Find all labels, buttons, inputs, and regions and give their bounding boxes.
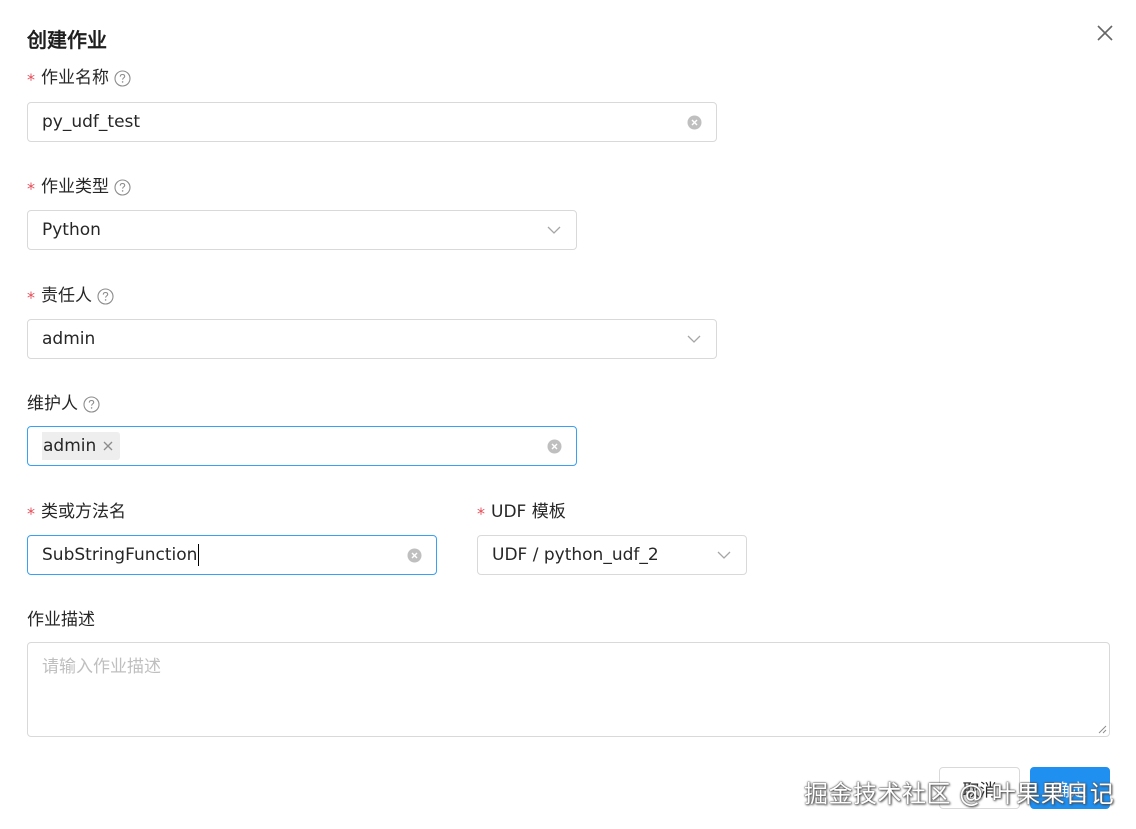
clear-icon[interactable] [407, 548, 422, 563]
help-icon[interactable] [97, 287, 114, 305]
job-name-label: * 作业名称 [27, 66, 131, 90]
class-method-value-wrap: SubStringFunction [42, 544, 407, 566]
udf-template-label: * UDF 模板 [477, 500, 566, 524]
job-name-value: py_udf_test [42, 112, 141, 132]
job-type-value: Python [42, 220, 101, 240]
owner-value: admin [42, 329, 96, 349]
required-marker: * [27, 288, 35, 307]
description-label: 作业描述 [27, 608, 95, 632]
confirm-button[interactable]: 确定 [1030, 767, 1110, 809]
chevron-down-icon [716, 547, 732, 563]
resize-grip-icon[interactable] [1097, 724, 1107, 734]
class-method-label: * 类或方法名 [27, 500, 126, 524]
maintainer-select[interactable]: admin [27, 426, 577, 466]
job-type-label: * 作业类型 [27, 175, 131, 199]
required-marker: * [477, 504, 485, 523]
maintainer-tag-label: admin [43, 436, 97, 456]
job-type-select[interactable]: Python [27, 210, 577, 250]
dialog-title: 创建作业 [27, 28, 107, 52]
clear-icon[interactable] [547, 439, 562, 454]
chevron-down-icon [546, 222, 562, 238]
required-marker: * [27, 70, 35, 89]
udf-template-select[interactable]: UDF / python_udf_2 [477, 535, 747, 575]
description-textarea[interactable]: 请输入作业描述 [27, 642, 1110, 737]
required-marker: * [27, 504, 35, 523]
owner-select[interactable]: admin [27, 319, 717, 359]
class-method-input[interactable]: SubStringFunction [27, 535, 437, 575]
maintainer-tag: admin [42, 432, 121, 460]
chevron-down-icon [686, 331, 702, 347]
required-marker: * [27, 179, 35, 198]
maintainer-tag-list: admin [42, 432, 547, 460]
description-placeholder: 请输入作业描述 [42, 657, 161, 677]
udf-template-label-text: UDF 模板 [491, 502, 566, 522]
help-icon[interactable] [114, 69, 131, 87]
job-name-label-text: 作业名称 [41, 68, 109, 88]
maintainer-label-text: 维护人 [27, 394, 78, 414]
text-caret [198, 544, 200, 566]
owner-label: * 责任人 [27, 284, 114, 308]
cancel-button[interactable]: 取消 [939, 767, 1020, 809]
create-job-dialog: 创建作业 * 作业名称 py_udf_test * 作业类型 Python * … [0, 0, 1136, 829]
clear-icon[interactable] [687, 115, 702, 130]
maintainer-label: 维护人 [27, 392, 100, 416]
class-method-value: SubStringFunction [42, 545, 198, 565]
close-icon[interactable] [1094, 22, 1116, 44]
tag-close-icon[interactable] [102, 440, 114, 452]
description-label-text: 作业描述 [27, 610, 95, 630]
help-icon[interactable] [83, 395, 100, 413]
class-method-label-text: 类或方法名 [41, 502, 126, 522]
job-name-input[interactable]: py_udf_test [27, 102, 717, 142]
owner-label-text: 责任人 [41, 286, 92, 306]
job-type-label-text: 作业类型 [41, 177, 109, 197]
udf-template-value: UDF / python_udf_2 [492, 545, 659, 565]
help-icon[interactable] [114, 178, 131, 196]
